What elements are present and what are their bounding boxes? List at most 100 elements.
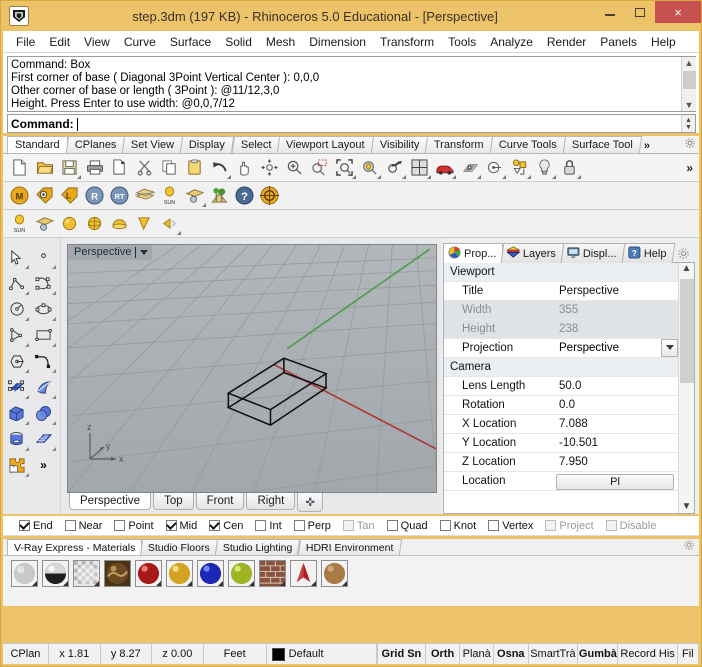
menu-edit[interactable]: Edit xyxy=(42,33,77,51)
mesh-plane-icon[interactable] xyxy=(30,426,57,452)
gear-icon[interactable] xyxy=(677,247,690,263)
chevron-down-icon[interactable] xyxy=(140,249,149,255)
menu-dimension[interactable]: Dimension xyxy=(302,33,373,51)
cut-scissors-icon[interactable] xyxy=(132,155,157,180)
menu-file[interactable]: File xyxy=(9,33,42,51)
viewport-tab-front[interactable]: Front xyxy=(195,493,245,510)
viewport-tab-add-button[interactable]: ✜ xyxy=(297,493,323,512)
menu-mesh[interactable]: Mesh xyxy=(259,33,302,51)
print-icon[interactable] xyxy=(82,155,107,180)
osnap-point[interactable]: Point xyxy=(114,520,154,532)
checkbox[interactable] xyxy=(165,520,177,531)
toolbar-tab-set-view[interactable]: Set View xyxy=(122,136,184,153)
command-input-row[interactable]: Command: ▲ ▼ xyxy=(7,114,696,133)
curve-blend-icon[interactable] xyxy=(30,348,57,374)
toolbar-tab-viewport-layout[interactable]: Viewport Layout xyxy=(276,136,374,153)
menu-curve[interactable]: Curve xyxy=(117,33,163,51)
viewport-title-menu[interactable]: Perspective xyxy=(68,245,153,260)
point-light-icon[interactable] xyxy=(57,211,82,236)
close-button[interactable]: × xyxy=(655,1,701,23)
sun-icon[interactable]: SUN xyxy=(157,183,182,208)
box-solid-icon[interactable] xyxy=(3,400,30,426)
property-row-y-location[interactable]: Y Location -10.501 xyxy=(444,434,678,453)
chevron-down-icon[interactable] xyxy=(661,338,678,357)
property-value[interactable]: 0.0 xyxy=(554,399,678,411)
property-row-projection[interactable]: Projection Perspective xyxy=(444,338,678,358)
left-toolbar-overflow[interactable]: » xyxy=(30,452,57,478)
dome-light-icon[interactable] xyxy=(107,211,132,236)
toolbar-tab-visibility[interactable]: Visibility xyxy=(370,136,429,153)
menu-panels[interactable]: Panels xyxy=(593,33,644,51)
checkbox[interactable] xyxy=(342,520,354,531)
lock-icon[interactable] xyxy=(557,155,582,180)
maximize-button[interactable] xyxy=(625,1,655,23)
property-value[interactable]: 7.950 xyxy=(554,456,678,468)
toolbar-tab-select[interactable]: Select xyxy=(231,136,281,153)
property-value[interactable]: 50.0 xyxy=(554,380,678,392)
menu-render[interactable]: Render xyxy=(540,33,593,51)
undo-view-change-icon[interactable] xyxy=(382,155,407,180)
select-arrow-icon[interactable] xyxy=(3,244,30,270)
checkbox[interactable] xyxy=(209,520,221,531)
help-question-icon[interactable]: ? xyxy=(232,183,257,208)
osnap-vertex[interactable]: Vertex xyxy=(488,520,533,532)
status-toggle-smarttrack[interactable]: SmartTrà xyxy=(529,644,579,664)
status-cplane[interactable]: CPlan xyxy=(3,644,49,664)
set-view-icon[interactable] xyxy=(482,155,507,180)
menu-analyze[interactable]: Analyze xyxy=(483,33,540,51)
menu-surface[interactable]: Surface xyxy=(163,33,218,51)
status-toggle-record-history[interactable]: Record His xyxy=(618,644,678,664)
open-file-icon[interactable] xyxy=(32,155,57,180)
rectangle-icon[interactable] xyxy=(30,322,57,348)
osnap-end[interactable]: End xyxy=(19,520,53,532)
control-point-curve-icon[interactable] xyxy=(30,270,57,296)
property-row-location[interactable]: Location Pl xyxy=(444,472,678,491)
osnap-cen[interactable]: Cen xyxy=(209,520,243,532)
scroll-up-icon[interactable]: ▲ xyxy=(685,57,694,69)
new-file-icon[interactable] xyxy=(7,155,32,180)
material-tag-o-icon[interactable] xyxy=(32,183,57,208)
sun-light-icon[interactable]: SUN xyxy=(7,211,32,236)
spot-light-icon[interactable] xyxy=(132,211,157,236)
spin-down-icon[interactable]: ▼ xyxy=(685,124,692,131)
property-row-lens-length[interactable]: Lens Length 50.0 xyxy=(444,377,678,396)
checkbox[interactable] xyxy=(255,520,267,531)
materials-tab-vray-express[interactable]: V-Ray Express - Materials xyxy=(7,539,143,555)
material-checker-transparent[interactable] xyxy=(73,559,100,587)
status-toggle-ortho[interactable]: Orth xyxy=(426,644,461,664)
minimize-button[interactable] xyxy=(595,1,625,23)
command-history-spinner[interactable]: ▲ ▼ xyxy=(681,115,695,132)
toolbar-tab-cplanes[interactable]: CPlanes xyxy=(65,136,126,153)
viewport-tab-perspective[interactable]: Perspective xyxy=(69,493,152,510)
osnap-perp[interactable]: Perp xyxy=(293,520,331,532)
mesh-layers-icon[interactable] xyxy=(132,183,157,208)
light-bulb-icon[interactable] xyxy=(532,155,557,180)
undo-icon[interactable] xyxy=(207,155,232,180)
status-toggle-gumball[interactable]: Gumbà xyxy=(578,644,619,664)
osnap-disable[interactable]: Disable xyxy=(605,520,656,532)
material-chrome[interactable] xyxy=(42,559,69,587)
zoom-extents-icon[interactable] xyxy=(332,155,357,180)
polygon-icon[interactable] xyxy=(3,348,30,374)
status-toggle-grid-snap[interactable]: Grid Sn xyxy=(378,644,426,664)
material-tan-wood[interactable] xyxy=(321,559,348,587)
layer-objects-icon[interactable] xyxy=(507,155,532,180)
scrollbar-thumb[interactable] xyxy=(679,279,694,383)
checkbox[interactable] xyxy=(19,520,30,531)
material-red-cloth[interactable] xyxy=(290,559,317,587)
osnap-int[interactable]: Int xyxy=(255,520,282,532)
menu-transform[interactable]: Transform xyxy=(373,33,441,51)
viewport-tab-top[interactable]: Top xyxy=(153,493,194,510)
pan-hand-icon[interactable] xyxy=(232,155,257,180)
checkbox[interactable] xyxy=(439,520,451,531)
scroll-down-icon[interactable]: ▼ xyxy=(682,501,692,513)
arc-icon[interactable] xyxy=(3,322,30,348)
gear-icon[interactable] xyxy=(684,137,696,152)
osnap-mid[interactable]: Mid xyxy=(165,520,197,532)
osnap-tan[interactable]: Tan xyxy=(342,520,375,532)
material-blue-glossy[interactable] xyxy=(197,559,224,587)
checkbox[interactable] xyxy=(605,520,617,531)
perspective-viewport[interactable]: Perspective z y x xyxy=(67,244,437,493)
material-yellow-green[interactable] xyxy=(228,559,255,587)
properties-scrollbar[interactable]: ▲ ▼ xyxy=(678,263,694,513)
